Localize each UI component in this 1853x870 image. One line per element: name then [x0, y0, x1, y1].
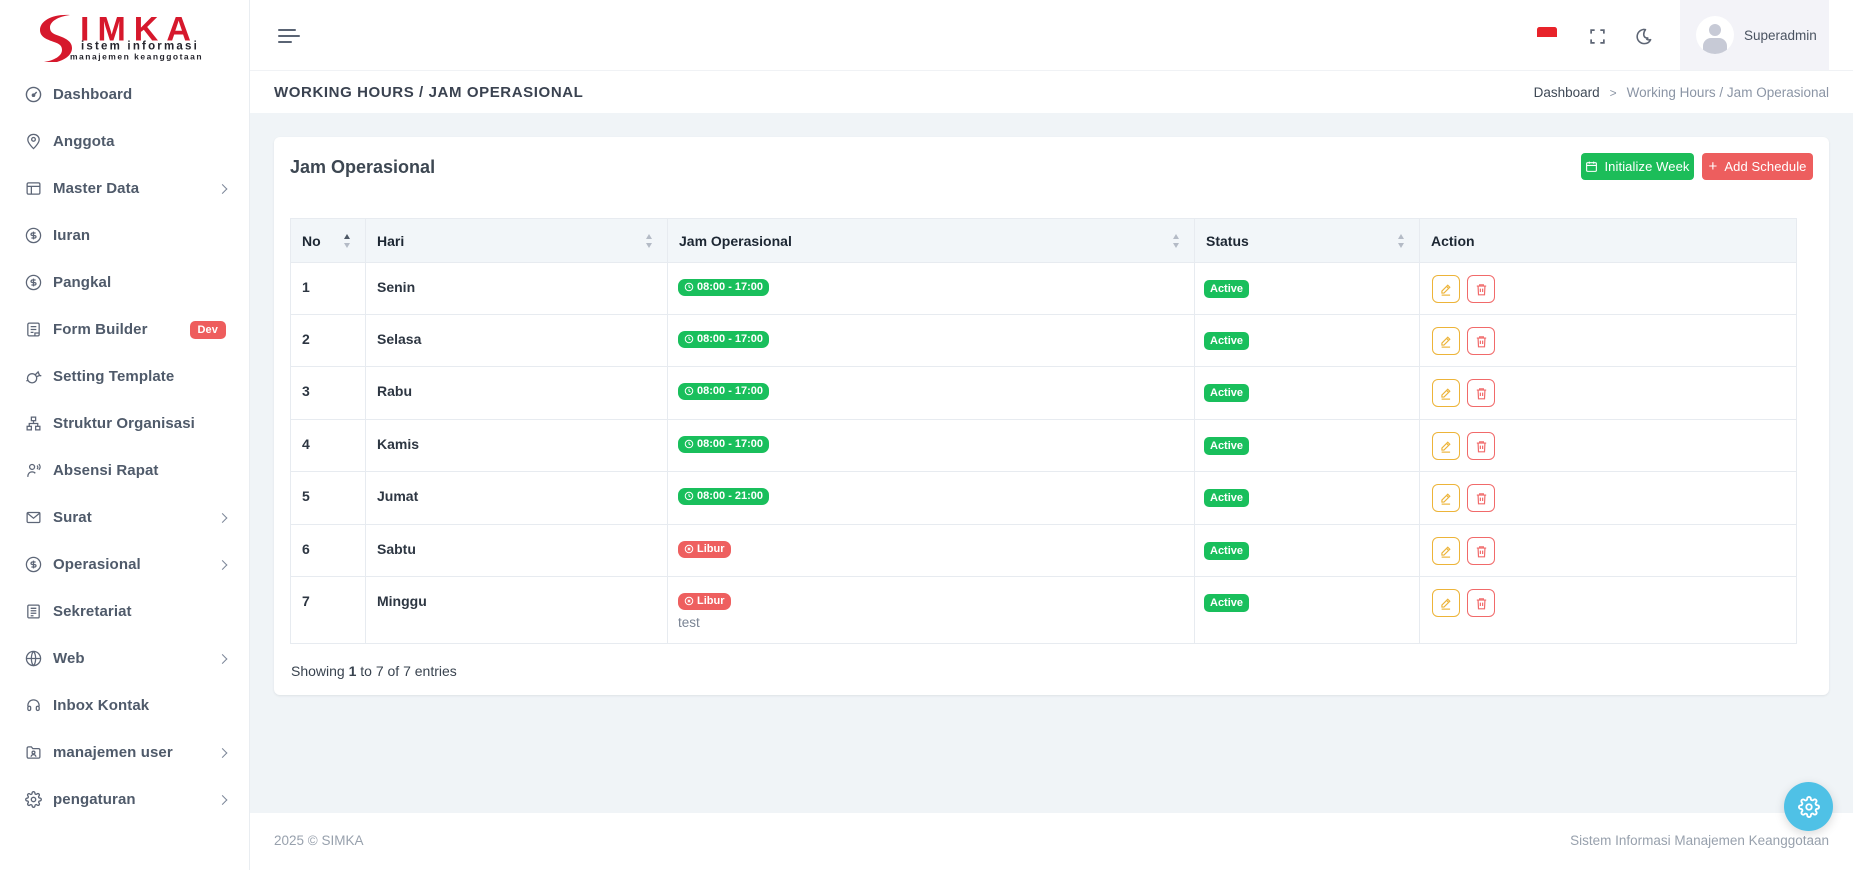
svg-text:manajemen keanggotaan: manajemen keanggotaan — [70, 52, 203, 62]
